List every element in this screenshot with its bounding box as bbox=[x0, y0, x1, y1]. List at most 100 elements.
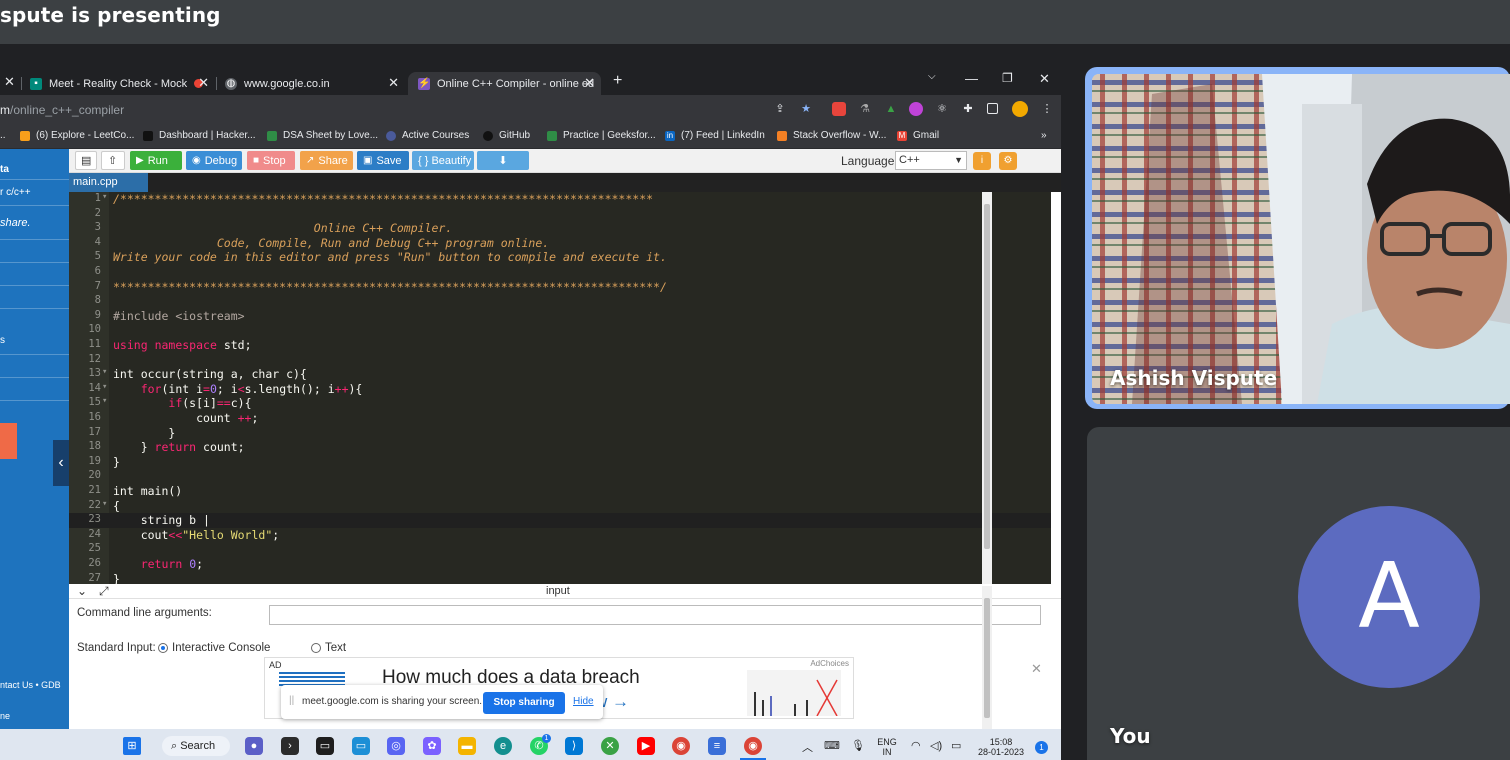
code-line[interactable]: 23 string b | bbox=[69, 513, 1051, 528]
bookmark-star-icon[interactable]: ★ bbox=[799, 102, 813, 116]
code-line[interactable]: 2 bbox=[69, 207, 1051, 222]
console-icon[interactable]: ▭ bbox=[316, 737, 334, 755]
share-button[interactable]: ↗ Share bbox=[300, 151, 353, 170]
settings-gear-icon[interactable]: ⚙ bbox=[999, 152, 1017, 170]
menu-kebab-icon[interactable]: ⋮ bbox=[1040, 102, 1054, 116]
code-line[interactable]: 26 return 0; bbox=[69, 557, 1051, 572]
meet-app-icon[interactable]: ● bbox=[245, 737, 263, 755]
nav-snippet[interactable]: r c/c++ bbox=[0, 187, 31, 198]
chevron-down-icon[interactable]: ⌄ bbox=[77, 584, 87, 598]
nav-promo-button[interactable] bbox=[0, 423, 17, 459]
stop-button[interactable]: ■ Stop bbox=[247, 151, 295, 170]
battery-icon[interactable]: ▭ bbox=[951, 739, 961, 752]
sidebar-icon[interactable] bbox=[987, 103, 998, 114]
tab-search-icon[interactable]: ⌵ bbox=[928, 71, 936, 82]
new-file-icon[interactable]: ▤ bbox=[75, 151, 97, 170]
code-line[interactable]: 21 int main() bbox=[69, 484, 1051, 499]
code-line[interactable]: 5 Write your code in this editor and pres… bbox=[69, 250, 1051, 265]
fold-arrow-icon[interactable]: ▾ bbox=[102, 396, 107, 406]
code-line[interactable]: 8 bbox=[69, 294, 1051, 309]
code-line[interactable]: 20 bbox=[69, 469, 1051, 484]
fold-arrow-icon[interactable]: ▾ bbox=[102, 382, 107, 392]
code-line[interactable]: 9 #include <iostream> bbox=[69, 309, 1051, 324]
notification-badge[interactable]: 1 bbox=[1035, 741, 1048, 754]
expand-icon[interactable]: ⤢ bbox=[99, 584, 109, 599]
upload-file-icon[interactable]: ⇧ bbox=[101, 151, 125, 170]
code-editor[interactable]: 1 ▾/*************************************… bbox=[69, 192, 1051, 584]
code-line[interactable]: 27} bbox=[69, 572, 1051, 584]
more-bookmarks-button[interactable]: » bbox=[1041, 130, 1047, 141]
extension-green-icon[interactable]: ▲ bbox=[884, 102, 898, 116]
code-line[interactable]: 13 ▾ int occur(string a, char c){ bbox=[69, 367, 1051, 382]
bookmark-gfg-practice[interactable]: Practice | Geeksfor... bbox=[547, 130, 656, 141]
hide-link[interactable]: Hide bbox=[573, 696, 594, 707]
language-indicator[interactable]: ENG IN bbox=[876, 737, 898, 757]
discord-icon[interactable]: ◎ bbox=[387, 737, 405, 755]
code-line[interactable]: 10 bbox=[69, 323, 1051, 338]
file-explorer-icon[interactable]: ▬ bbox=[458, 737, 476, 755]
window-close-icon[interactable]: ✕ bbox=[1039, 71, 1050, 87]
scrollbar-thumb[interactable] bbox=[984, 204, 990, 549]
run-button[interactable]: ▶ Run bbox=[130, 151, 182, 170]
code-line[interactable]: 3 Online C++ Compiler. bbox=[69, 221, 1051, 236]
fold-arrow-icon[interactable]: ▾ bbox=[102, 192, 107, 202]
extensions-puzzle-icon[interactable]: ✚ bbox=[961, 102, 975, 116]
bookmark-dsa-sheet[interactable]: DSA Sheet by Love... bbox=[267, 130, 378, 141]
extension-flask-icon[interactable]: ⚗ bbox=[858, 102, 872, 116]
terminal-icon[interactable]: › bbox=[281, 737, 299, 755]
code-line[interactable]: 7 ***************************************… bbox=[69, 280, 1051, 295]
fold-arrow-icon[interactable]: ▾ bbox=[102, 367, 107, 377]
nav-collapse-button[interactable]: ‹ bbox=[53, 440, 69, 486]
nav-footer-links[interactable]: ntact Us • GDB bbox=[0, 680, 61, 690]
xbox-icon[interactable]: ✕ bbox=[601, 737, 619, 755]
notepad-icon[interactable]: ≡ bbox=[708, 737, 726, 755]
code-line[interactable]: 12 bbox=[69, 353, 1051, 368]
io-scrollbar[interactable] bbox=[982, 586, 992, 729]
close-icon[interactable]: ✕ bbox=[584, 75, 595, 91]
extension-red-icon[interactable] bbox=[832, 102, 846, 116]
tab-google[interactable]: ◍ www.google.co.in ✕ bbox=[225, 72, 405, 95]
debug-button[interactable]: ◉ Debug bbox=[186, 151, 242, 170]
clock[interactable]: 15:08 28-01-2023 bbox=[972, 737, 1030, 757]
bookmark-gmail[interactable]: M Gmail bbox=[897, 130, 939, 141]
editor-scrollbar[interactable] bbox=[982, 192, 992, 584]
radio-text[interactable]: Text bbox=[311, 642, 346, 654]
chrome-active-icon[interactable]: ◉ bbox=[744, 737, 762, 755]
adchoices-link[interactable]: AdChoices bbox=[810, 659, 849, 668]
language-select[interactable]: C++ ▼ bbox=[895, 151, 967, 170]
bookmark-leetcode[interactable]: (6) Explore - LeetCo... bbox=[20, 130, 134, 141]
volume-icon[interactable]: ◁) bbox=[930, 739, 942, 752]
desktop-icon[interactable]: ▭ bbox=[352, 737, 370, 755]
code-line[interactable]: 22 ▾ { bbox=[69, 499, 1051, 514]
bookmark-truncated[interactable]: .. bbox=[0, 130, 6, 141]
download-button[interactable]: ⬇ bbox=[477, 151, 529, 170]
file-tab-main[interactable]: main.cpp bbox=[69, 173, 148, 192]
scrollbar-thumb[interactable] bbox=[984, 598, 990, 718]
extension-react-icon[interactable]: ⚛ bbox=[935, 102, 949, 116]
info-icon[interactable]: i bbox=[973, 152, 991, 170]
bookmark-github[interactable]: GitHub bbox=[483, 130, 530, 141]
code-line[interactable]: 18 } return count; bbox=[69, 440, 1051, 455]
code-line[interactable]: 14 ▾ for(int i=0; i<s.length(); i++){ bbox=[69, 382, 1051, 397]
tab-meet[interactable]: ▪ Meet - Reality Check - Mock ✕ bbox=[30, 72, 215, 95]
drag-handle-icon[interactable]: || bbox=[289, 695, 294, 706]
radio-interactive-console[interactable]: Interactive Console bbox=[158, 642, 270, 654]
share-page-icon[interactable]: ⇪ bbox=[773, 102, 787, 116]
microphone-icon[interactable]: 🎙 bbox=[851, 739, 865, 752]
tab-online-compiler[interactable]: ⚡ Online C++ Compiler - online ed ✕ bbox=[408, 72, 601, 95]
save-button[interactable]: ▣ Save bbox=[357, 151, 409, 170]
restore-icon[interactable]: ❐ bbox=[1002, 71, 1013, 85]
chrome-icon[interactable]: ◉ bbox=[672, 737, 690, 755]
vscode-icon[interactable]: ⟩ bbox=[565, 737, 583, 755]
edge-icon[interactable]: e bbox=[494, 737, 512, 755]
nav-snippet[interactable]: share. bbox=[0, 217, 31, 229]
extension-purple-icon[interactable] bbox=[909, 102, 923, 116]
code-line[interactable]: 4 Code, Compile, Run and Debug C++ progr… bbox=[69, 236, 1051, 251]
code-line[interactable]: 17 } bbox=[69, 426, 1051, 441]
bookmark-active-courses[interactable]: Active Courses bbox=[386, 130, 469, 141]
cmd-args-input[interactable] bbox=[269, 605, 1041, 625]
close-icon[interactable]: ✕ bbox=[388, 75, 399, 91]
wifi-icon[interactable]: ◠ bbox=[911, 739, 921, 752]
bookmark-linkedin[interactable]: in (7) Feed | LinkedIn bbox=[665, 130, 765, 141]
code-line[interactable]: 6 bbox=[69, 265, 1051, 280]
